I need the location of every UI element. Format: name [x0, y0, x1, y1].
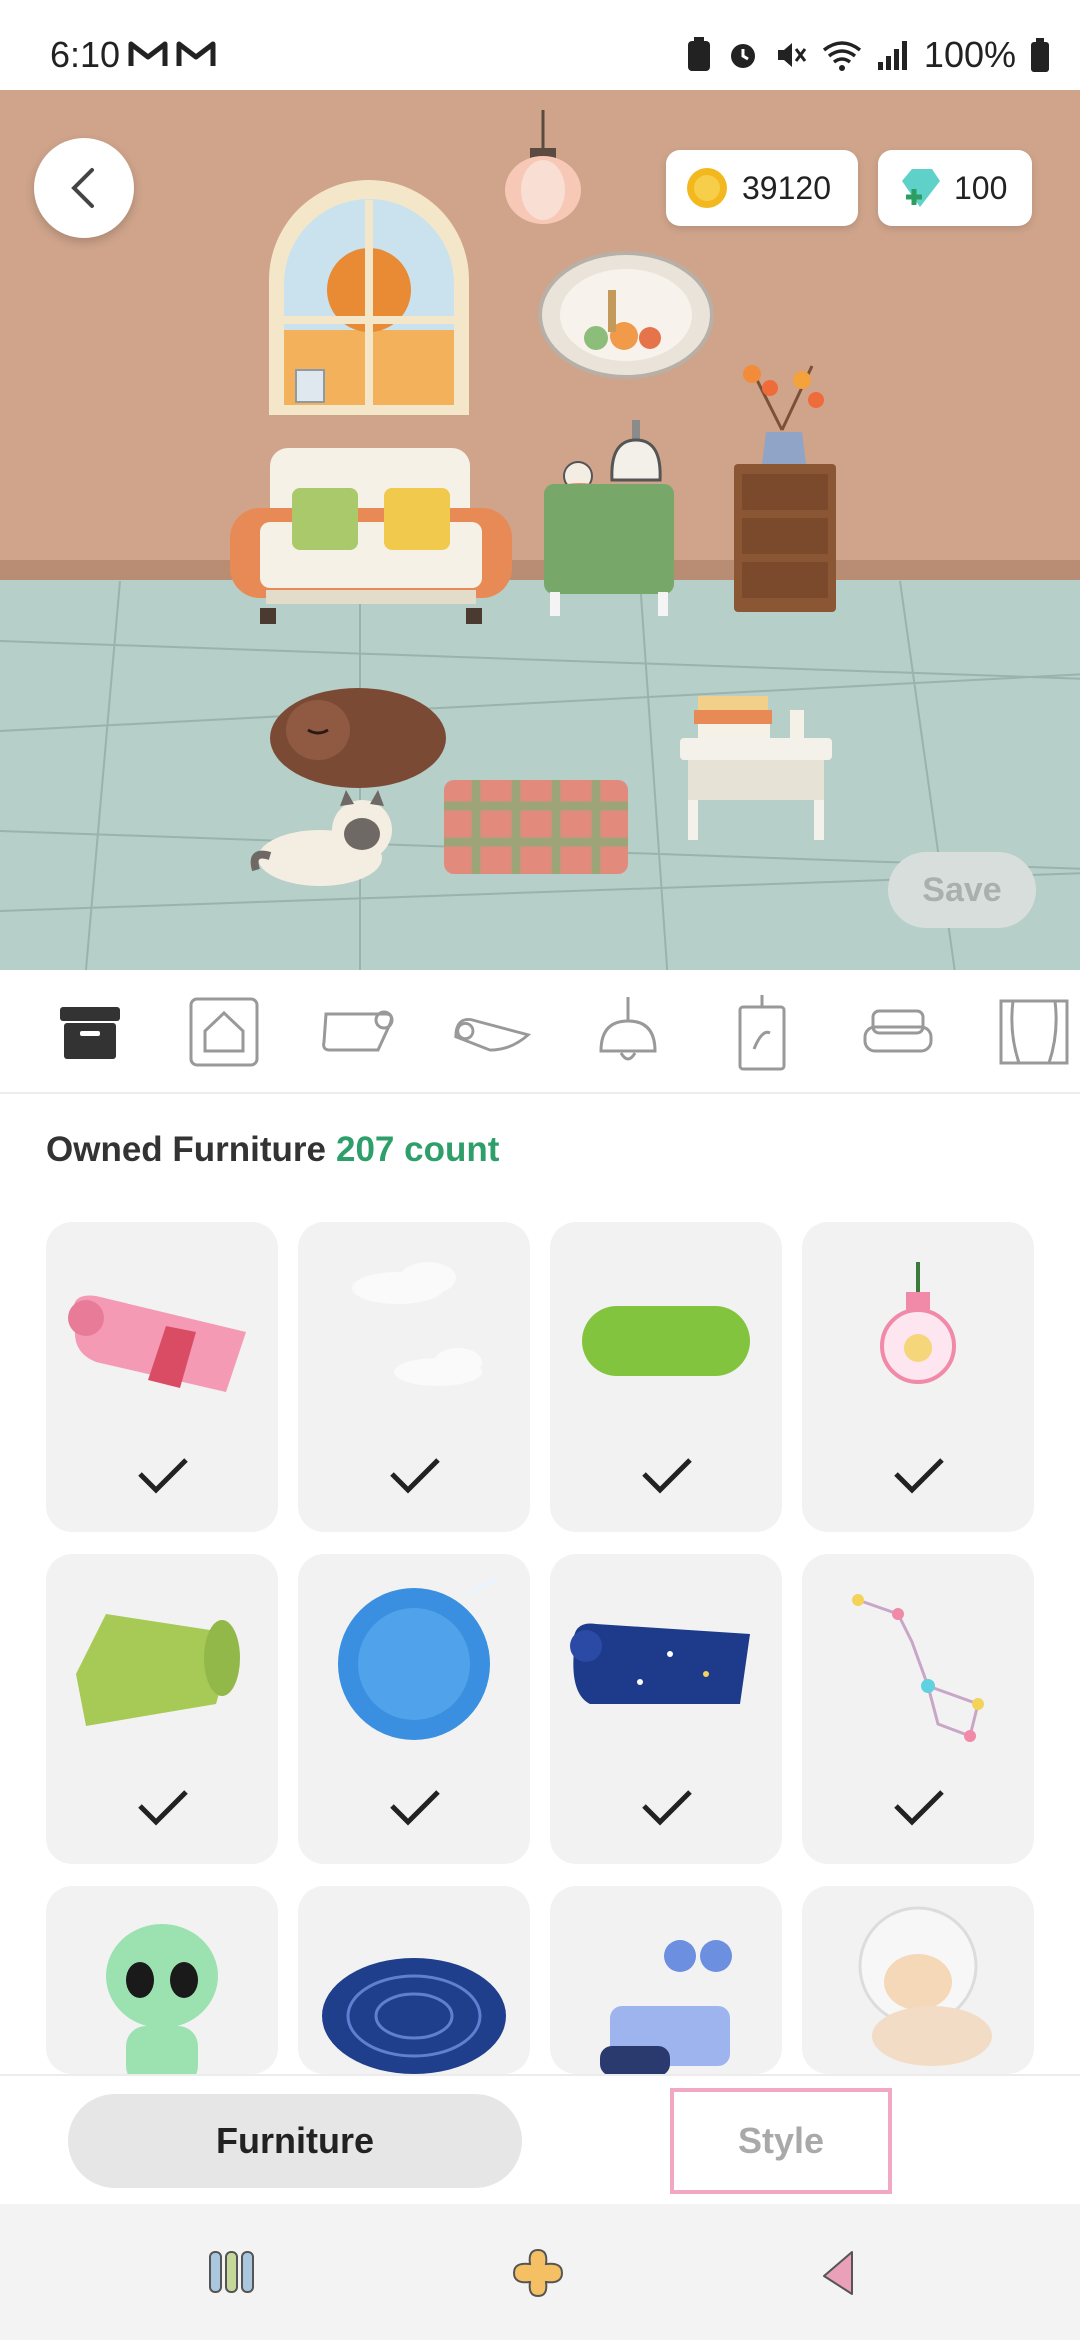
- dresser-with-flowers: [734, 365, 836, 612]
- alarm-icon: [730, 44, 755, 68]
- status-time: 6:10: [50, 34, 121, 75]
- category-storage[interactable]: [50, 992, 130, 1072]
- status-bar: 6:10 100%: [0, 0, 1080, 90]
- pink-rug-image: [68, 1295, 246, 1392]
- siamese-cat: [250, 790, 392, 886]
- clouds-image: [352, 1262, 482, 1386]
- item-tile-blue-planet-orb[interactable]: [298, 1554, 530, 1864]
- checkmark-icon: [390, 1458, 440, 1494]
- tab-style[interactable]: Style: [670, 2088, 892, 2194]
- gmail-icon: [176, 41, 216, 66]
- item-tile-constellation[interactable]: [802, 1554, 1034, 1864]
- status-icons: 100%: [686, 34, 1050, 76]
- checkmark-icon: [642, 1790, 692, 1826]
- galaxy-rug-image: [322, 1958, 506, 2074]
- owned-title: Owned Furniture: [46, 1130, 326, 1169]
- item-tile-astronaut-cat[interactable]: [802, 1886, 1034, 2074]
- astronaut-cat-image: [858, 1906, 992, 2066]
- pendant-lamp: [505, 110, 581, 224]
- starry-navy-rug-image: [570, 1623, 750, 1704]
- chevron-left-icon: [71, 168, 94, 208]
- coin-balance[interactable]: 39120: [666, 150, 858, 226]
- owned-furniture-header: Owned Furniture 207 count: [46, 1130, 499, 1170]
- checkmark-icon: [642, 1458, 692, 1494]
- sleeping-dog: [270, 688, 446, 788]
- checkmark-icon: [138, 1458, 188, 1494]
- alien-figure-image: [106, 1924, 218, 2074]
- item-tile-alien-figure[interactable]: [46, 1886, 278, 2074]
- home-icon[interactable]: [510, 2246, 566, 2300]
- constellation-image: [852, 1594, 984, 1742]
- category-wall-decor[interactable]: [722, 992, 802, 1072]
- system-nav-bar: [0, 2204, 1080, 2340]
- category-furniture[interactable]: [858, 992, 938, 1072]
- curtain-icon: [999, 999, 1069, 1065]
- item-tile-pink-bulb-lamp[interactable]: [802, 1222, 1034, 1532]
- checkmark-icon: [894, 1458, 944, 1494]
- owned-count: 207 count: [336, 1130, 500, 1169]
- item-tile-clouds[interactable]: [298, 1222, 530, 1532]
- category-bar: [0, 970, 1080, 1094]
- sofa: [230, 448, 512, 624]
- mute-icon: [777, 43, 807, 67]
- gem-amount: 100: [954, 169, 1008, 206]
- gem-balance[interactable]: 100: [878, 150, 1032, 226]
- room-scene[interactable]: 39120 100 Save: [0, 90, 1080, 970]
- house-icon: [189, 997, 259, 1067]
- gmail-notification-icons: [128, 38, 216, 70]
- item-tile-robot-figure[interactable]: [550, 1886, 782, 2074]
- wallpaper-icon: [322, 1010, 394, 1052]
- wall-hanging-icon: [738, 995, 786, 1071]
- robot-figure-image: [600, 1940, 732, 2074]
- recent-apps-icon[interactable]: [208, 2250, 256, 2294]
- item-tile-starry-navy-rug[interactable]: [550, 1554, 782, 1864]
- blue-planet-orb-image: [338, 1576, 499, 1740]
- category-wallpaper[interactable]: [318, 992, 398, 1072]
- signal-icon: [877, 41, 907, 70]
- gem-plus-icon: [902, 169, 940, 207]
- battery-icon: [1031, 38, 1049, 72]
- item-tile-grass-mat[interactable]: [550, 1222, 782, 1532]
- pink-bulb-lamp-image: [880, 1262, 956, 1384]
- coin-icon: [687, 168, 727, 208]
- sofa-icon: [863, 1009, 933, 1053]
- gmail-icon: [128, 41, 168, 66]
- tab-furniture[interactable]: Furniture: [68, 2094, 522, 2188]
- green-side-table: [544, 420, 674, 616]
- category-house[interactable]: [184, 992, 264, 1072]
- white-coffee-table: [680, 696, 832, 840]
- green-rug-image: [76, 1614, 240, 1726]
- storage-box-icon: [60, 1007, 120, 1059]
- ceiling-lamp-icon: [599, 997, 657, 1061]
- arched-window: [269, 180, 469, 415]
- save-button[interactable]: Save: [888, 852, 1036, 928]
- item-tile-galaxy-rug[interactable]: [298, 1886, 530, 2074]
- battery-saver-icon: [687, 37, 710, 71]
- back-nav-icon[interactable]: [818, 2248, 858, 2298]
- category-lighting[interactable]: [588, 992, 668, 1072]
- coin-amount: 39120: [742, 169, 831, 206]
- plaid-floor-cushion: [444, 780, 628, 874]
- item-tile-pink-rug[interactable]: [46, 1222, 278, 1532]
- back-button[interactable]: [34, 138, 134, 238]
- checkmark-icon: [894, 1790, 944, 1826]
- checkmark-icon: [138, 1790, 188, 1826]
- grass-mat-image: [582, 1306, 750, 1376]
- wifi-icon: [822, 41, 861, 71]
- checkmark-icon: [390, 1790, 440, 1826]
- item-tile-green-rug[interactable]: [46, 1554, 278, 1864]
- floor-rug-icon: [454, 1018, 532, 1052]
- battery-percent: 100%: [923, 34, 1016, 75]
- category-curtains[interactable]: [994, 992, 1074, 1072]
- harvest-plate-decor: [538, 251, 714, 379]
- category-floor[interactable]: [452, 992, 532, 1072]
